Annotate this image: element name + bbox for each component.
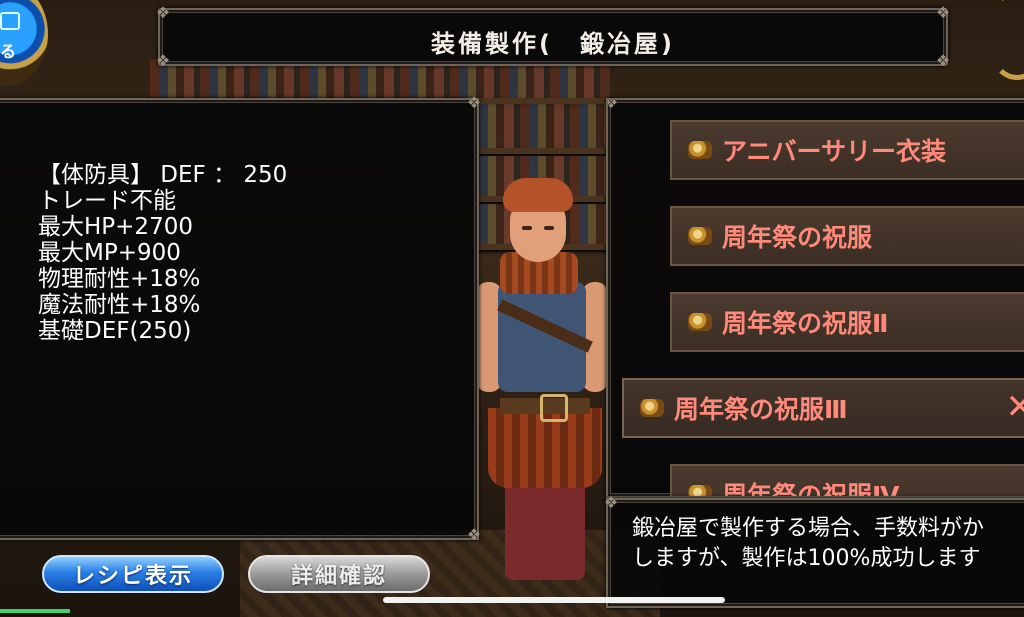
scroll-icon [688, 141, 712, 159]
title-bar: ❖ ❖ ❖ ❖ 装備製作( 鍛冶屋) [156, 4, 950, 70]
scroll-icon [640, 399, 664, 417]
recipe-list-item-selected[interactable]: 周年祭の祝服Ⅲ ✕ [622, 378, 1024, 438]
message-text: 鍛冶屋で製作する場合、手数料がか しますが、製作は100%成功します [632, 514, 984, 574]
message-line: しますが、製作は100%成功します [632, 546, 981, 571]
recipe-label: 周年祭の祝服Ⅲ [674, 395, 848, 424]
corner-ornament-icon: ❖ [608, 100, 620, 112]
recipe-label: アニバーサリー衣装 [722, 137, 947, 166]
stat-line-mp: 最大MP+900 [38, 240, 181, 266]
stat-line-magic-resist: 魔法耐性+18% [38, 292, 201, 318]
corner-ornament-icon: ❖ [466, 525, 482, 544]
scroll-icon [688, 313, 712, 331]
character-eye [522, 226, 532, 230]
recipe-list-item[interactable]: 周年祭の祝服Ⅱ [670, 292, 1024, 352]
character-model[interactable] [470, 170, 620, 610]
stat-line-physical-resist: 物理耐性+18% [38, 266, 201, 292]
back-button-label: る [0, 42, 17, 61]
shelf-board [470, 148, 610, 154]
corner-ornament-icon: ❖ [466, 93, 482, 112]
stat-line-category: 【体防具】 DEF ： 250 [38, 162, 288, 188]
stat-line-base-def: 基礎DEF(250) [38, 318, 192, 344]
character-eye [544, 226, 554, 230]
recipe-label: 周年祭の祝服Ⅱ [722, 309, 889, 338]
message-panel: ❖ 鍛冶屋で製作する場合、手数料がか しますが、製作は100%成功します [604, 494, 1024, 608]
item-stats-panel: ❖ ❖ 【体防具】 DEF ： 250 トレード不能 最大HP+2700 最大M… [0, 94, 481, 544]
progress-bar [0, 609, 70, 613]
recipe-list-item[interactable]: アニバーサリー衣装 [670, 120, 1024, 180]
close-icon[interactable]: ✕ [1006, 388, 1024, 426]
return-icon [0, 12, 20, 30]
recipe-list-panel[interactable]: ❖ アニバーサリー衣装 周年祭の祝服 周年祭の祝服Ⅱ 周年祭の祝服Ⅲ ✕ 周年祭… [606, 98, 1024, 498]
corner-ornament-icon: ❖ [155, 3, 171, 22]
recipe-list-item[interactable]: 周年祭の祝服 [670, 206, 1024, 266]
stat-line-trade: トレード不能 [38, 188, 176, 214]
recipe-label: 周年祭の祝服 [722, 223, 873, 252]
bookshelf [150, 60, 610, 100]
bookshelf [470, 104, 610, 148]
scroll-icon [688, 227, 712, 245]
character-hair [503, 178, 573, 212]
item-stats: 【体防具】 DEF ： 250 トレード不能 最大HP+2700 最大MP+90… [38, 162, 287, 344]
corner-ornament-icon: ❖ [603, 493, 619, 512]
message-line: 鍛冶屋で製作する場合、手数料がか [632, 516, 985, 541]
character-buckle [540, 394, 568, 422]
home-indicator[interactable] [383, 597, 725, 603]
show-recipe-button[interactable]: レシピ表示 [42, 555, 224, 593]
page-title: 装備製作( 鍛冶屋) [431, 30, 675, 58]
recipe-list-item[interactable]: 周年祭の祝服Ⅳ [670, 464, 1024, 498]
frame-ornament [992, 0, 1024, 80]
recipe-label: 周年祭の祝服Ⅳ [722, 481, 900, 498]
detail-confirm-button[interactable]: 詳細確認 [248, 555, 430, 593]
corner-ornament-icon: ❖ [935, 3, 951, 22]
scroll-icon [688, 485, 712, 496]
stat-line-hp: 最大HP+2700 [38, 214, 193, 240]
